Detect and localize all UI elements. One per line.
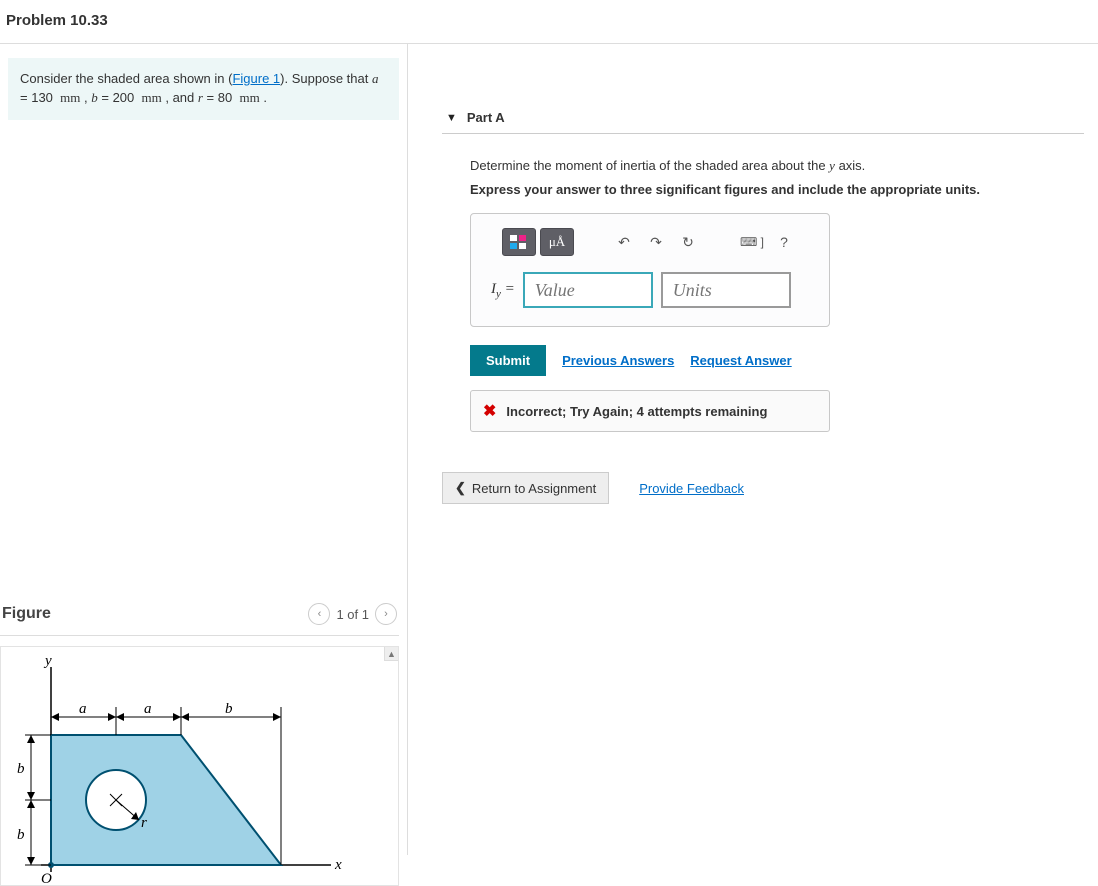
figure-prev-button[interactable]: ‹ xyxy=(308,603,330,625)
incorrect-icon: ✖ xyxy=(483,401,496,421)
label-b-left2: b xyxy=(17,827,25,843)
figure-heading: Figure xyxy=(2,605,51,623)
feedback-text: Incorrect; Try Again; 4 attempts remaini… xyxy=(506,404,767,419)
label-O: O xyxy=(41,871,52,886)
axis-x-label: x xyxy=(334,857,342,873)
figure-image: ▲ y x r xyxy=(0,646,399,886)
submit-button[interactable]: Submit xyxy=(470,345,546,376)
val-r: 80 xyxy=(218,90,232,105)
var-b: b xyxy=(91,90,98,105)
return-label: Return to Assignment xyxy=(472,481,596,496)
feedback-box: ✖ Incorrect; Try Again; 4 attempts remai… xyxy=(470,390,830,432)
reset-button[interactable]: ↻ xyxy=(674,228,702,256)
val-a: 130 xyxy=(31,90,53,105)
undo-button[interactable]: ↶ xyxy=(610,228,638,256)
unit-r: mm xyxy=(239,90,259,105)
unit-a: mm xyxy=(60,90,80,105)
chevron-left-icon: ❮ xyxy=(455,480,466,496)
request-answer-link[interactable]: Request Answer xyxy=(690,353,791,368)
units-button[interactable]: μÅ xyxy=(540,228,574,256)
figure-next-button[interactable]: › xyxy=(375,603,397,625)
prompt-text-2: ). Suppose that xyxy=(280,71,372,86)
label-a1: a xyxy=(79,701,87,717)
return-to-assignment-button[interactable]: ❮ Return to Assignment xyxy=(442,472,609,504)
answer-widget: μÅ ↶ ↷ ↻ ⌨ ] ? Iy = xyxy=(470,213,830,327)
units-input[interactable] xyxy=(661,272,791,308)
part-header[interactable]: ▼ Part A xyxy=(442,104,1084,134)
value-input[interactable] xyxy=(523,272,653,308)
val-b: 200 xyxy=(113,90,135,105)
var-r: r xyxy=(198,90,203,105)
part-label: Part A xyxy=(467,110,505,125)
axis-y-label: y xyxy=(43,653,52,669)
label-r: r xyxy=(141,815,147,831)
answer-instruction: Express your answer to three significant… xyxy=(470,182,1084,197)
scroll-up-icon[interactable]: ▲ xyxy=(384,647,398,661)
problem-title: Problem 10.33 xyxy=(6,12,1092,29)
label-a2: a xyxy=(144,701,152,717)
collapse-icon: ▼ xyxy=(446,112,457,124)
problem-statement: Consider the shaded area shown in (Figur… xyxy=(8,58,399,120)
label-b-top: b xyxy=(225,701,233,717)
templates-button[interactable] xyxy=(502,228,536,256)
question-text: Determine the moment of inertia of the s… xyxy=(470,158,1084,174)
unit-b: mm xyxy=(142,90,162,105)
help-button[interactable]: ? xyxy=(770,228,798,256)
answer-lhs: Iy = xyxy=(491,281,515,300)
provide-feedback-link[interactable]: Provide Feedback xyxy=(639,481,744,496)
label-b-left1: b xyxy=(17,761,25,777)
keyboard-button[interactable]: ⌨ ] xyxy=(738,228,766,256)
figure-link[interactable]: Figure 1 xyxy=(232,71,280,86)
figure-pager-text: 1 of 1 xyxy=(336,607,369,622)
var-a: a xyxy=(372,71,379,86)
prompt-text: Consider the shaded area shown in ( xyxy=(20,71,232,86)
previous-answers-link[interactable]: Previous Answers xyxy=(562,353,674,368)
redo-button[interactable]: ↷ xyxy=(642,228,670,256)
